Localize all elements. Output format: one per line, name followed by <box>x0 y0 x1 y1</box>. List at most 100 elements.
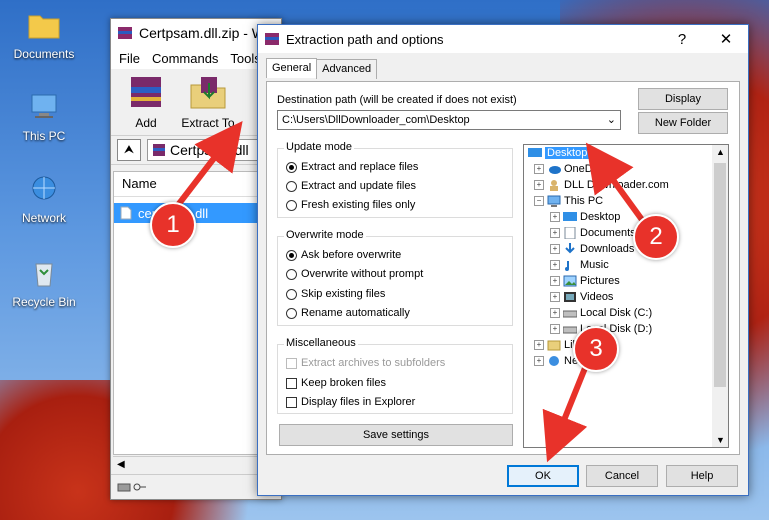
radio-button[interactable] <box>286 288 297 300</box>
add-label: Add <box>135 116 157 130</box>
radio-label: Extract and update files <box>301 180 416 192</box>
checkbox-keep-broken-files[interactable]: Keep broken files <box>286 377 386 389</box>
winrar-address-bar: ⮝ Certpsam.dll <box>111 135 281 165</box>
radio-button[interactable] <box>286 249 297 261</box>
desktop-icon-label: This PC <box>22 129 66 143</box>
desktop-icon <box>563 212 577 221</box>
network-icon <box>549 356 559 366</box>
miscellaneous-group: Miscellaneous Extract archives to subfol… <box>277 337 513 414</box>
checkbox[interactable] <box>286 396 297 408</box>
save-settings-button[interactable]: Save settings <box>279 424 513 446</box>
dialog-titlebar: Extraction path and options ? ✕ <box>258 25 748 53</box>
radio-button[interactable] <box>286 180 297 192</box>
new-folder-button[interactable]: New Folder <box>638 112 728 134</box>
expand-icon[interactable]: + <box>550 212 560 222</box>
menu-commands[interactable]: Commands <box>152 51 218 66</box>
radio-extract-replace[interactable]: Extract and replace files <box>286 161 418 173</box>
tree-item-downloads[interactable]: + Downloads <box>550 243 634 255</box>
scroll-up-icon[interactable]: ▲ <box>716 147 725 157</box>
tree-item-pc-desktop[interactable]: + Desktop <box>550 211 620 223</box>
drive-icon <box>563 310 577 318</box>
tree-label: Local Disk (C:) <box>580 307 653 319</box>
scrollbar-thumb[interactable] <box>714 163 726 387</box>
add-button[interactable]: Add <box>119 73 173 135</box>
scroll-left-icon[interactable]: ◀ <box>117 459 125 470</box>
tab-advanced[interactable]: Advanced <box>316 59 378 79</box>
ok-button[interactable]: OK <box>507 465 579 487</box>
up-folder-button[interactable]: ⮝ <box>117 139 141 161</box>
checkbox[interactable] <box>286 357 297 369</box>
file-list: Name certpsam.dll <box>113 171 281 455</box>
help-button[interactable]: Help <box>666 465 738 487</box>
tree-item-desktop[interactable]: Desktop <box>528 147 590 159</box>
radio-button[interactable] <box>286 268 297 280</box>
display-button[interactable]: Display <box>638 88 728 110</box>
extract-to-button[interactable]: Extract To <box>181 73 235 135</box>
expand-icon[interactable]: + <box>550 324 560 334</box>
checkbox-label: Display files in Explorer <box>301 396 416 408</box>
scroll-down-icon[interactable]: ▼ <box>716 435 725 445</box>
dll-file-icon <box>120 206 132 220</box>
desktop-icon-this-pc[interactable]: This PC <box>4 92 84 143</box>
expand-icon[interactable]: + <box>550 276 560 286</box>
destination-path-input[interactable]: C:\Users\DllDownloader_com\Desktop ⌄ <box>277 110 621 130</box>
videos-icon <box>564 292 576 302</box>
horizontal-scrollbar[interactable]: ◀ <box>113 456 281 473</box>
collapse-icon[interactable]: − <box>534 196 544 206</box>
radio-extract-update[interactable]: Extract and update files <box>286 180 416 192</box>
tree-scrollbar[interactable]: ▲ ▼ <box>712 145 728 447</box>
tree-item-user[interactable]: + DLL Downloader.com <box>534 179 669 191</box>
column-header-name[interactable]: Name <box>114 172 280 197</box>
table-row[interactable]: certpsam.dll <box>114 203 280 223</box>
checkbox-display-in-explorer[interactable]: Display files in Explorer <box>286 396 415 408</box>
tab-general[interactable]: General <box>266 58 318 78</box>
tree-item-this-pc[interactable]: − This PC <box>534 195 603 207</box>
desktop-icon <box>528 148 542 157</box>
tree-item-local-disk-c[interactable]: + Local Disk (C:) <box>550 307 652 319</box>
tree-item-pictures[interactable]: + Pictures <box>550 275 620 287</box>
archive-icon <box>153 144 165 156</box>
tree-item-music[interactable]: + Music <box>550 259 609 271</box>
overwrite-mode-group: Overwrite mode Ask before overwrite Over… <box>277 229 513 326</box>
desktop-icon-recycle-bin[interactable]: Recycle Bin <box>4 258 84 309</box>
tree-label: Documents <box>580 227 636 239</box>
winrar-toolbar: Add Extract To <box>111 69 281 135</box>
tree-item-videos[interactable]: + Videos <box>550 291 613 303</box>
chevron-down-icon[interactable]: ⌄ <box>607 113 616 126</box>
menu-file[interactable]: File <box>119 51 140 66</box>
extract-to-icon <box>190 77 226 109</box>
recycle-bin-icon <box>35 263 53 287</box>
expand-icon[interactable]: + <box>550 292 560 302</box>
expand-icon[interactable]: + <box>550 260 560 270</box>
tree-item-onedrive[interactable]: + OneDrive <box>534 163 610 175</box>
radio-button[interactable] <box>286 161 297 173</box>
expand-icon[interactable]: + <box>550 308 560 318</box>
radio-rename-automatically[interactable]: Rename automatically <box>286 307 410 319</box>
tree-label: Music <box>580 259 609 271</box>
expand-icon[interactable]: + <box>534 180 544 190</box>
desktop-icon-documents[interactable]: Documents <box>4 10 84 61</box>
help-title-button[interactable]: ? <box>660 31 704 48</box>
step-badge-3: 3 <box>573 326 619 372</box>
extract-to-label: Extract To <box>181 116 235 130</box>
expand-icon[interactable]: + <box>534 164 544 174</box>
expand-icon[interactable]: + <box>534 340 544 350</box>
tree-item-documents[interactable]: + Documents <box>550 227 636 239</box>
expand-icon[interactable]: + <box>550 228 560 238</box>
close-button[interactable]: ✕ <box>704 30 748 48</box>
music-icon <box>565 261 569 271</box>
radio-skip-existing[interactable]: Skip existing files <box>286 288 385 300</box>
expand-icon[interactable]: + <box>550 244 560 254</box>
cancel-button[interactable]: Cancel <box>586 465 658 487</box>
radio-button[interactable] <box>286 199 297 211</box>
radio-fresh-existing[interactable]: Fresh existing files only <box>286 199 415 211</box>
address-text: Certpsam.dll <box>170 142 249 158</box>
radio-overwrite-without-prompt[interactable]: Overwrite without prompt <box>286 268 423 280</box>
folder-tree[interactable]: Desktop + OneDrive + DLL Downloader.com … <box>523 144 729 448</box>
radio-button[interactable] <box>286 307 297 319</box>
radio-ask-before-overwrite[interactable]: Ask before overwrite <box>286 249 401 261</box>
checkbox-extract-to-subfolders[interactable]: Extract archives to subfolders <box>286 357 445 369</box>
checkbox[interactable] <box>286 377 297 389</box>
expand-icon[interactable]: + <box>534 356 544 366</box>
desktop-icon-network[interactable]: Network <box>4 174 84 225</box>
